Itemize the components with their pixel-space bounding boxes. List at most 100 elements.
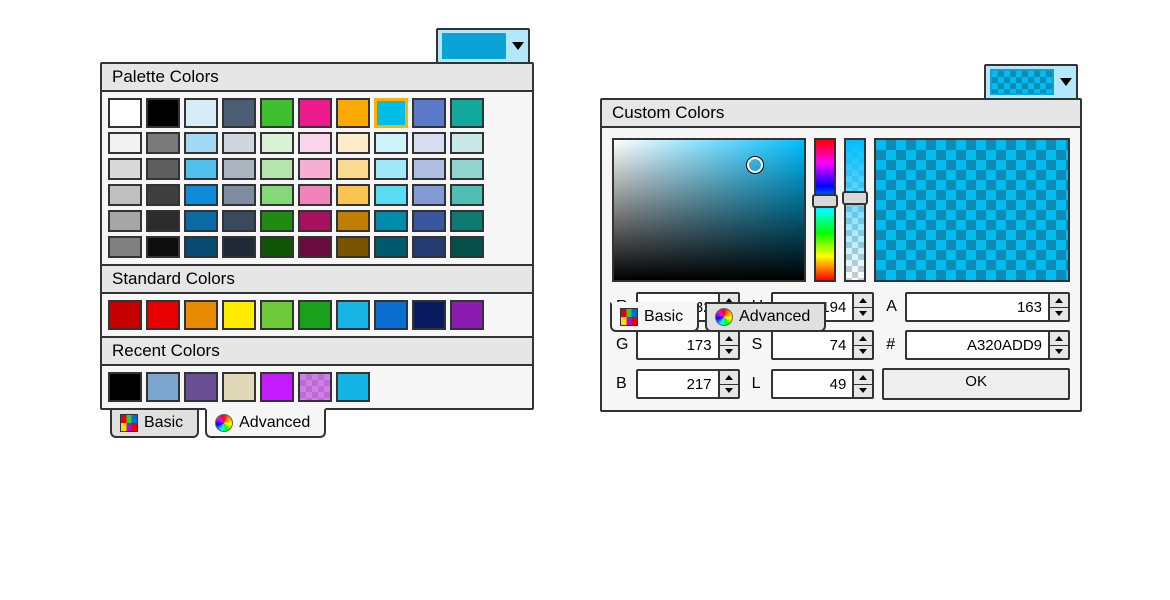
spinner-down-icon[interactable] (1050, 308, 1068, 321)
a-input[interactable] (905, 292, 1070, 322)
hue-thumb[interactable] (812, 194, 838, 208)
color-swatch[interactable] (412, 158, 446, 180)
color-swatch[interactable] (184, 372, 218, 402)
color-swatch[interactable] (260, 184, 294, 206)
color-swatch[interactable] (222, 372, 256, 402)
color-dropdown-basic[interactable] (436, 28, 530, 64)
b-input[interactable] (636, 369, 739, 399)
color-swatch[interactable] (108, 158, 142, 180)
color-swatch[interactable] (374, 98, 408, 128)
color-swatch[interactable] (222, 236, 256, 258)
color-swatch[interactable] (298, 210, 332, 232)
spinner-down-icon[interactable] (1050, 346, 1068, 359)
color-swatch[interactable] (184, 300, 218, 330)
spinner-down-icon[interactable] (854, 308, 872, 321)
color-swatch[interactable] (222, 300, 256, 330)
color-swatch[interactable] (298, 184, 332, 206)
color-swatch[interactable] (336, 158, 370, 180)
color-swatch[interactable] (184, 158, 218, 180)
color-swatch[interactable] (336, 210, 370, 232)
spinner-up-icon[interactable] (1050, 332, 1068, 346)
color-swatch[interactable] (336, 98, 370, 128)
color-swatch[interactable] (146, 372, 180, 402)
color-swatch[interactable] (260, 210, 294, 232)
ok-button[interactable]: OK (882, 368, 1070, 400)
color-swatch[interactable] (374, 300, 408, 330)
g-input-value[interactable] (638, 332, 717, 358)
color-swatch[interactable] (298, 300, 332, 330)
color-swatch[interactable] (108, 184, 142, 206)
color-swatch[interactable] (108, 132, 142, 154)
color-swatch[interactable] (412, 132, 446, 154)
b-input-value[interactable] (638, 371, 717, 397)
color-swatch[interactable] (412, 236, 446, 258)
tab-advanced[interactable]: Advanced (205, 408, 326, 438)
color-swatch[interactable] (298, 158, 332, 180)
color-swatch[interactable] (450, 236, 484, 258)
color-swatch[interactable] (108, 300, 142, 330)
color-swatch[interactable] (146, 210, 180, 232)
color-swatch[interactable] (260, 132, 294, 154)
s-input[interactable] (771, 330, 874, 360)
spinner-up-icon[interactable] (720, 332, 738, 346)
color-swatch[interactable] (108, 98, 142, 128)
color-swatch[interactable] (298, 372, 332, 402)
spinner-down-icon[interactable] (854, 346, 872, 359)
spinner-up-icon[interactable] (854, 332, 872, 346)
color-swatch[interactable] (450, 300, 484, 330)
l-input[interactable] (771, 369, 874, 399)
color-swatch[interactable] (108, 210, 142, 232)
color-swatch[interactable] (450, 158, 484, 180)
color-swatch[interactable] (260, 372, 294, 402)
color-swatch[interactable] (336, 300, 370, 330)
color-swatch[interactable] (260, 236, 294, 258)
spinner-down-icon[interactable] (854, 385, 872, 398)
color-swatch[interactable] (222, 132, 256, 154)
color-swatch[interactable] (336, 236, 370, 258)
color-swatch[interactable] (222, 210, 256, 232)
color-swatch[interactable] (108, 372, 142, 402)
color-swatch[interactable] (412, 210, 446, 232)
color-swatch[interactable] (336, 184, 370, 206)
hex-input[interactable] (905, 330, 1070, 360)
color-swatch[interactable] (374, 184, 408, 206)
color-swatch[interactable] (146, 300, 180, 330)
hex-input-value[interactable] (907, 332, 1048, 358)
color-swatch[interactable] (374, 210, 408, 232)
color-swatch[interactable] (374, 236, 408, 258)
color-swatch[interactable] (298, 236, 332, 258)
color-swatch[interactable] (222, 98, 256, 128)
color-swatch[interactable] (412, 184, 446, 206)
color-swatch[interactable] (336, 132, 370, 154)
color-dropdown-custom[interactable] (984, 64, 1078, 100)
spinner-down-icon[interactable] (720, 346, 738, 359)
color-swatch[interactable] (184, 236, 218, 258)
spinner-up-icon[interactable] (720, 371, 738, 385)
tab-basic[interactable]: Basic (110, 408, 199, 438)
color-swatch[interactable] (184, 98, 218, 128)
tab-advanced[interactable]: Advanced (705, 302, 826, 332)
alpha-thumb[interactable] (842, 191, 868, 205)
g-input[interactable] (636, 330, 739, 360)
color-swatch[interactable] (184, 210, 218, 232)
color-swatch[interactable] (260, 98, 294, 128)
color-swatch[interactable] (298, 132, 332, 154)
color-swatch[interactable] (450, 98, 484, 128)
l-input-value[interactable] (773, 371, 852, 397)
saturation-value-picker[interactable] (612, 138, 806, 282)
color-swatch[interactable] (260, 158, 294, 180)
spinner-up-icon[interactable] (854, 371, 872, 385)
a-input-value[interactable] (907, 294, 1048, 320)
alpha-slider[interactable] (844, 138, 866, 282)
color-swatch[interactable] (450, 210, 484, 232)
color-swatch[interactable] (298, 98, 332, 128)
color-swatch[interactable] (374, 132, 408, 154)
color-swatch[interactable] (374, 158, 408, 180)
color-swatch[interactable] (184, 132, 218, 154)
color-swatch[interactable] (450, 132, 484, 154)
s-input-value[interactable] (773, 332, 852, 358)
color-swatch[interactable] (146, 98, 180, 128)
color-swatch[interactable] (260, 300, 294, 330)
color-swatch[interactable] (336, 372, 370, 402)
color-swatch[interactable] (450, 184, 484, 206)
